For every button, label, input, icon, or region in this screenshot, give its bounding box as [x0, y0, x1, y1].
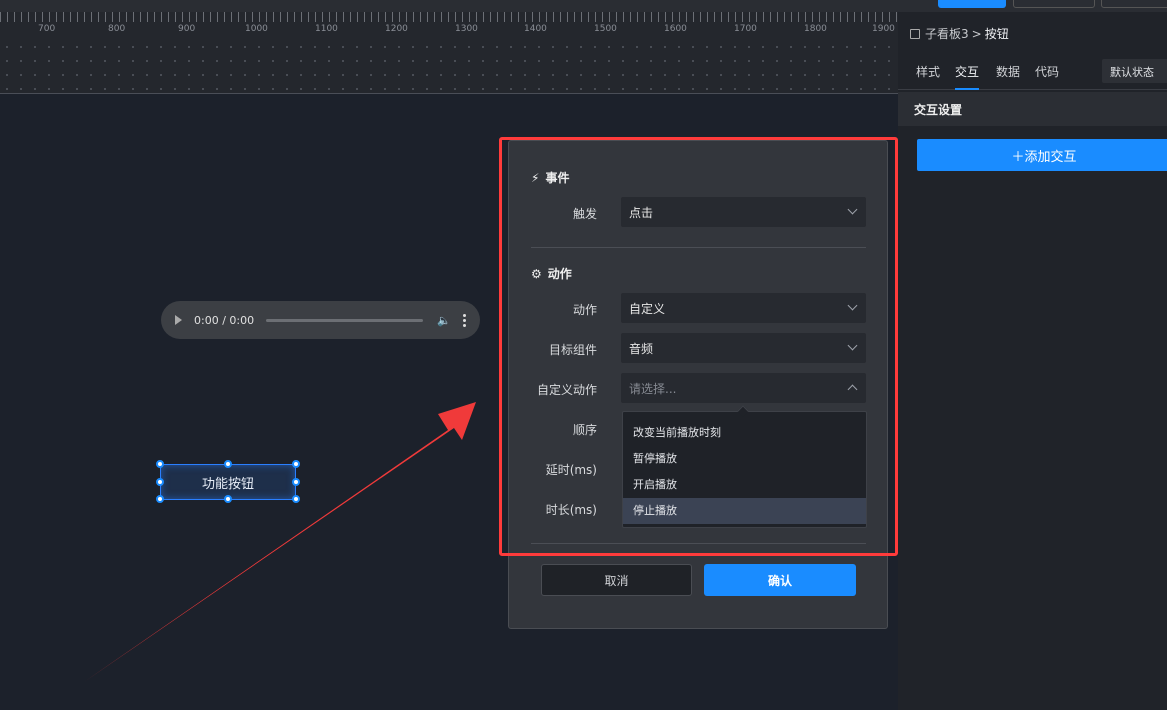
audio-time: 0:00 / 0:00 — [194, 313, 255, 327]
breadcrumb: 子看板3 > 按钮 — [910, 25, 1009, 42]
ruler-label: 1000 — [245, 24, 268, 34]
dropdown-option[interactable]: 改变当前播放时刻 — [623, 420, 866, 446]
resize-handle[interactable] — [292, 495, 300, 503]
ruler-label: 1100 — [315, 24, 338, 34]
property-panel: 子看板3 > 按钮 样式 交互 数据 代码 默认状态 交互设置 ＋添加交互 — [898, 12, 1167, 710]
ruler-label: 700 — [38, 24, 56, 34]
dropdown-option[interactable]: 开启播放 — [623, 472, 866, 498]
tab-code[interactable]: 代码 — [1035, 63, 1059, 90]
tab-data[interactable]: 数据 — [996, 63, 1020, 90]
breadcrumb-separator: > — [971, 26, 982, 41]
lightning-icon: ⚡ — [531, 170, 540, 185]
state-select[interactable]: 默认状态 — [1102, 59, 1167, 83]
ruler-label: 1700 — [734, 24, 757, 34]
chevron-down-icon — [847, 204, 858, 215]
action-section-title: ⚙ 动作 — [531, 265, 572, 282]
order-label: 顺序 — [572, 423, 597, 437]
resize-handle[interactable] — [292, 478, 300, 486]
action-select[interactable]: 自定义 — [621, 293, 866, 323]
ruler-ticks — [0, 12, 898, 22]
app-window: 700 800 900 1000 1100 1200 1300 1400 150… — [0, 0, 1167, 710]
ruler-label: 1600 — [664, 24, 687, 34]
target-component-label: 目标组件 — [548, 343, 597, 357]
preview-button[interactable] — [938, 0, 1006, 8]
ruler-label: 1800 — [804, 24, 827, 34]
resize-handle[interactable] — [292, 460, 300, 468]
chevron-down-icon — [847, 300, 858, 311]
breadcrumb-current: 按钮 — [984, 27, 1009, 41]
volume-icon[interactable]: 🔈 — [437, 314, 451, 327]
action-label: 动作 — [572, 303, 597, 317]
target-component-select[interactable]: 音频 — [621, 333, 866, 363]
trigger-select[interactable]: 点击 — [621, 197, 866, 227]
action-value: 自定义 — [629, 301, 666, 316]
trigger-value: 点击 — [629, 205, 654, 220]
chevron-up-icon — [847, 384, 858, 395]
duration-label: 时长(ms) — [545, 503, 597, 517]
ruler-label: 1500 — [594, 24, 617, 34]
confirm-button[interactable]: 确认 — [704, 564, 856, 596]
tab-interaction[interactable]: 交互 — [955, 63, 980, 90]
trigger-label: 触发 — [572, 207, 597, 221]
action-icon: ⚙ — [531, 266, 542, 281]
dropdown-option-highlighted[interactable]: 停止播放 — [623, 498, 866, 524]
audio-progress-bar[interactable] — [266, 318, 424, 322]
resize-handle[interactable] — [156, 495, 164, 503]
interaction-dialog: ⚡ 事件 触发 点击 ⚙ 动作 动作 自定义 目标组件 音频 自定义动作 请选择… — [508, 140, 888, 629]
interaction-settings-header: 交互设置 — [898, 92, 1167, 126]
custom-action-label: 自定义动作 — [536, 383, 597, 397]
event-section-title: ⚡ 事件 — [531, 169, 569, 186]
dropdown-option[interactable]: 暂停播放 — [623, 446, 866, 472]
custom-action-dropdown: 改变当前播放时刻 暂停播放 开启播放 停止播放 — [622, 405, 867, 528]
dropdown-caret — [737, 405, 749, 417]
divider — [531, 247, 866, 248]
resize-handle[interactable] — [224, 495, 232, 503]
top-toolbar — [0, 0, 1167, 12]
state-select-value: 默认状态 — [1110, 66, 1154, 79]
chevron-down-icon — [847, 340, 858, 351]
event-section-label: 事件 — [545, 171, 570, 185]
action-section-label: 动作 — [547, 267, 572, 281]
ruler-label: 1200 — [385, 24, 408, 34]
resize-handle[interactable] — [156, 478, 164, 486]
save-button[interactable] — [1013, 0, 1095, 8]
tab-style[interactable]: 样式 — [916, 63, 940, 90]
ruler-label: 1300 — [455, 24, 478, 34]
more-options-icon[interactable] — [463, 313, 466, 327]
custom-action-select[interactable]: 请选择... — [621, 373, 866, 403]
canvas-grid — [0, 40, 898, 93]
audio-player[interactable]: 0:00 / 0:00 🔈 — [161, 301, 480, 339]
add-interaction-button[interactable]: ＋添加交互 — [917, 139, 1167, 171]
delay-label: 延时(ms) — [545, 463, 597, 477]
breadcrumb-parent[interactable]: 子看板3 — [925, 25, 969, 42]
custom-action-placeholder: 请选择... — [629, 381, 677, 396]
ruler-label: 800 — [108, 24, 126, 34]
board-icon — [910, 28, 920, 39]
play-icon[interactable] — [175, 315, 182, 325]
resize-handle[interactable] — [224, 460, 232, 468]
ruler-label: 1900 — [872, 24, 895, 34]
ruler-label: 900 — [178, 24, 196, 34]
divider — [531, 543, 866, 544]
ruler-label: 1400 — [524, 24, 547, 34]
horizontal-ruler: 700 800 900 1000 1100 1200 1300 1400 150… — [0, 12, 898, 94]
target-component-value: 音频 — [629, 341, 654, 356]
cancel-button[interactable]: 取消 — [541, 564, 692, 596]
resize-handle[interactable] — [156, 460, 164, 468]
more-button[interactable] — [1101, 0, 1167, 8]
